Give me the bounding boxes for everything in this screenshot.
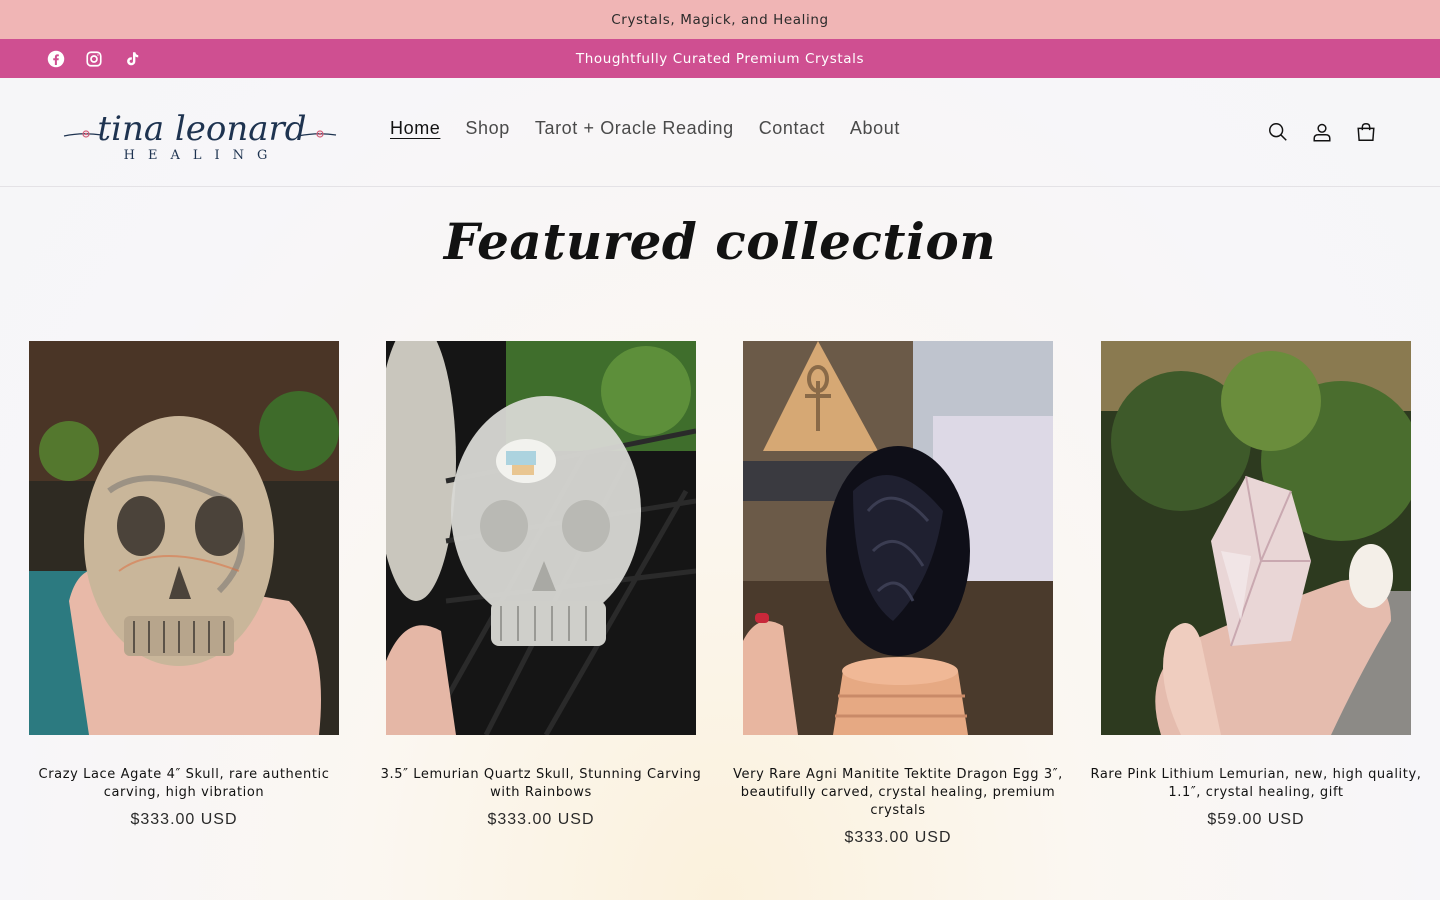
header-actions [1262,110,1382,154]
site-header: tina leonard HEALING Home Shop Tarot + O… [0,78,1440,187]
nav-about[interactable]: About [850,118,900,139]
logo-subtext: HEALING [124,148,281,163]
announcement-bar: Thoughtfully Curated Premium Crystals [0,39,1440,78]
product-card[interactable]: Very Rare Agni Manitite Tektite Dragon E… [728,341,1068,847]
main-nav: Home Shop Tarot + Oracle Reading Contact… [390,118,900,139]
product-price: $59.00 USD [1207,811,1305,828]
product-card[interactable]: Crazy Lace Agate 4″ Skull, rare authenti… [14,341,354,829]
account-icon[interactable] [1306,110,1338,154]
featured-collection-title: Featured collection [443,212,997,271]
product-price: $333.00 USD [130,811,238,828]
nav-home[interactable]: Home [390,118,440,139]
site-logo[interactable]: tina leonard HEALING [62,102,338,164]
nav-tarot-oracle-reading[interactable]: Tarot + Oracle Reading [535,118,734,139]
product-image[interactable] [1101,341,1411,735]
logo-script-text: tina leonard [97,109,306,149]
cart-icon[interactable] [1350,110,1382,154]
announcement-bar-top: Crystals, Magick, and Healing [0,0,1440,39]
nav-contact[interactable]: Contact [759,118,825,139]
tiktok-icon[interactable] [122,49,142,69]
product-card[interactable]: 3.5″ Lemurian Quartz Skull, Stunning Car… [371,341,711,829]
product-title[interactable]: Crazy Lace Agate 4″ Skull, rare authenti… [14,766,354,802]
product-title[interactable]: 3.5″ Lemurian Quartz Skull, Stunning Car… [371,766,711,802]
product-grid: Crazy Lace Agate 4″ Skull, rare authenti… [0,341,1440,881]
nav-shop[interactable]: Shop [465,118,509,139]
facebook-icon[interactable] [46,49,66,69]
product-image[interactable] [29,341,339,735]
product-title[interactable]: Rare Pink Lithium Lemurian, new, high qu… [1086,766,1426,802]
product-price: $333.00 USD [487,811,595,828]
product-image[interactable] [386,341,696,735]
social-links [46,39,142,78]
product-card[interactable]: Rare Pink Lithium Lemurian, new, high qu… [1086,341,1426,829]
announcement-text: Thoughtfully Curated Premium Crystals [575,50,865,67]
product-title[interactable]: Very Rare Agni Manitite Tektite Dragon E… [728,766,1068,820]
instagram-icon[interactable] [84,49,104,69]
product-price: $333.00 USD [844,829,952,846]
announcement-top-text: Crystals, Magick, and Healing [611,11,829,28]
product-image[interactable] [743,341,1053,735]
search-icon[interactable] [1262,110,1294,154]
